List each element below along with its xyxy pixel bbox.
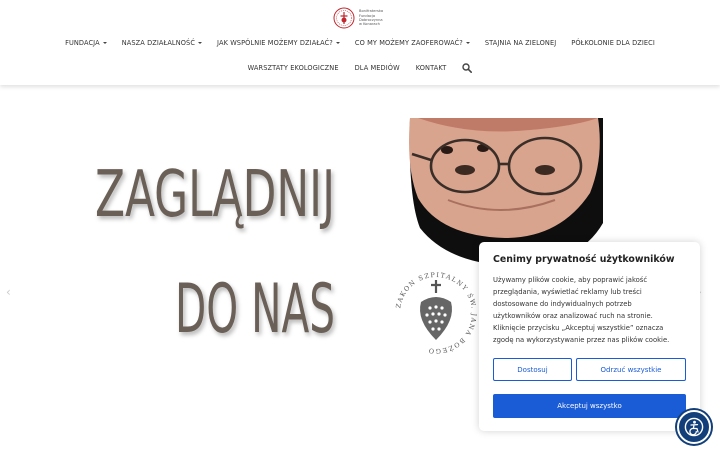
cookie-text-line: Używamy plików cookie, aby poprawić jako… <box>493 276 648 284</box>
cookie-text-line: przeglądania, wyświetlać reklamy lub tre… <box>493 288 642 296</box>
cookie-description: Używamy plików cookie, aby poprawić jako… <box>493 274 686 346</box>
accessibility-button[interactable] <box>677 410 711 444</box>
nav-item-fundacja[interactable]: FUNDACJA <box>65 39 107 47</box>
nav-item-label: DLA MEDIÓW <box>354 64 400 72</box>
nav-item-stajnia[interactable]: STAJNIA NA ZIELONEJ <box>485 39 556 47</box>
accessibility-icon <box>684 417 704 437</box>
cookie-text-line: dostosowane do indywidualnych potrzeb <box>493 300 632 308</box>
site-header: Bonifraterska Fundacja Dobroczynna w Kon… <box>0 0 720 85</box>
hero-headline-line-1: ZAGLĄDNIJ <box>95 158 335 232</box>
caret-down-icon <box>198 42 203 44</box>
cookie-text-line: Kliknięcie przycisku „Akceptuj wszystkie… <box>493 324 664 332</box>
cookie-text-line: użytkowników oraz analizować ruch na str… <box>493 312 653 320</box>
cookie-title: Cenimy prywatność użytkowników <box>493 254 675 265</box>
slider-prev-arrow[interactable]: ‹ <box>6 285 11 299</box>
main-nav-row-2: WARSZTATY EKOLOGICZNE DLA MEDIÓW KONTAKT <box>0 62 720 74</box>
main-nav-row-1: FUNDACJA NASZA DZIAŁALNOŚĆ JAK WSPÓLNIE … <box>0 37 720 49</box>
hero-headline-line-2: DO NAS <box>175 270 335 349</box>
caret-down-icon <box>335 42 340 44</box>
cookie-button-row: Dostosuj Odrzuć wszystkie <box>493 358 686 381</box>
logo-text-line: w Konarach <box>359 22 380 27</box>
order-seal: ZAKON SZPITALNY ŚW. JANA BOŻEGO <box>394 271 476 355</box>
nav-item-label: WARSZTATY EKOLOGICZNE <box>247 64 339 72</box>
nav-item-label: CO MY MOŻEMY ZAOFEROWAĆ? <box>354 39 463 47</box>
nav-item-label: PÓŁKOLONIE DLA DZIECI <box>571 39 655 47</box>
logo-text: Bonifraterska Fundacja Dobroczynna w Kon… <box>359 9 389 27</box>
nav-item-label: FUNDACJA <box>65 39 100 47</box>
nav-item-kontakt[interactable]: KONTAKT <box>416 64 447 72</box>
nav-item-label: NASZA DZIAŁALNOŚĆ <box>121 39 196 47</box>
reject-all-button[interactable]: Odrzuć wszystkie <box>576 358 686 381</box>
nav-item-label: KONTAKT <box>415 64 447 72</box>
logo-emblem-icon <box>333 7 355 29</box>
search-icon[interactable] <box>462 63 473 73</box>
customize-button[interactable]: Dostosuj <box>493 358 572 381</box>
nav-item-polkolonie[interactable]: PÓŁKOLONIE DLA DZIECI <box>571 39 655 47</box>
nav-item-jak-wspolnie[interactable]: JAK WSPÓLNIE MOŻEMY DZIAŁAĆ? <box>217 39 340 47</box>
nav-item-co-my-mozemy[interactable]: CO MY MOŻEMY ZAOFEROWAĆ? <box>355 39 470 47</box>
nav-item-label: JAK WSPÓLNIE MOŻEMY DZIAŁAĆ? <box>217 39 333 47</box>
accept-all-button[interactable]: Akceptuj wszystko <box>493 394 686 418</box>
nav-item-nasza-dzialalnosc[interactable]: NASZA DZIAŁALNOŚĆ <box>121 39 203 47</box>
nav-item-warsztaty[interactable]: WARSZTATY EKOLOGICZNE <box>248 64 339 72</box>
nav-item-dla-mediow[interactable]: DLA MEDIÓW <box>355 64 400 72</box>
cookie-consent-dialog: Cenimy prywatność użytkowników Używamy p… <box>479 242 700 431</box>
caret-down-icon <box>102 42 107 44</box>
cookie-text-line: zgodę na wykorzystywanie przez nas plikó… <box>493 336 670 344</box>
logo[interactable]: Bonifraterska Fundacja Dobroczynna w Kon… <box>333 5 389 31</box>
nav-item-label: STAJNIA NA ZIELONEJ <box>484 39 557 47</box>
caret-down-icon <box>465 42 470 44</box>
